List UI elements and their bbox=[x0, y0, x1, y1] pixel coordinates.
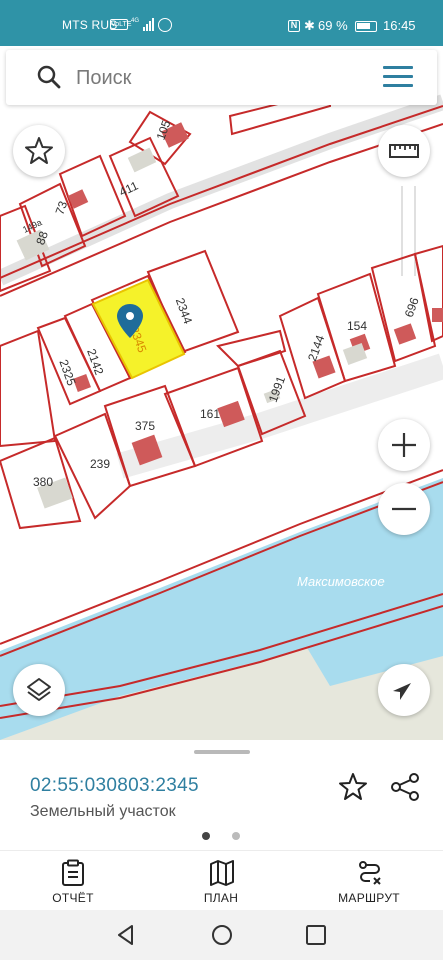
share-icon[interactable] bbox=[388, 770, 422, 804]
route-icon bbox=[359, 861, 381, 885]
pager-dot[interactable] bbox=[232, 832, 240, 840]
zoom-out-button[interactable] bbox=[378, 483, 430, 535]
map-icon bbox=[210, 860, 234, 886]
layers-button[interactable] bbox=[13, 664, 65, 716]
star-icon bbox=[25, 137, 53, 164]
plot-label: 2325 bbox=[56, 358, 78, 388]
search-input[interactable] bbox=[76, 60, 376, 96]
map-canvas[interactable]: 105 411 73 88 149a 2344 2345 2142 2325 2… bbox=[0, 46, 443, 740]
plot-label: 2344 bbox=[173, 296, 195, 326]
network-type: 4G bbox=[131, 18, 139, 24]
battery-percent: 69 % bbox=[318, 18, 348, 33]
my-location-button[interactable] bbox=[378, 664, 430, 716]
plot-label: 696 bbox=[402, 295, 422, 319]
layers-icon bbox=[27, 678, 51, 701]
battery-icon bbox=[355, 21, 377, 32]
star-icon[interactable] bbox=[336, 770, 370, 804]
zoom-in-button[interactable] bbox=[378, 419, 430, 471]
cadastral-map[interactable]: 105 411 73 88 149a 2344 2345 2142 2325 2… bbox=[0, 46, 443, 740]
plot-label: 239 bbox=[90, 457, 110, 471]
pager-dot-active bbox=[202, 832, 210, 840]
plot-label: 380 bbox=[33, 475, 53, 489]
drag-handle[interactable] bbox=[194, 750, 250, 754]
nfc-icon: N bbox=[288, 20, 300, 32]
signal-icon: 4G bbox=[131, 18, 154, 31]
report-label: ОТЧЁТ bbox=[52, 891, 94, 905]
plan-tab[interactable]: ПЛАН bbox=[166, 851, 276, 911]
clock: 16:45 bbox=[383, 18, 416, 33]
status-bar: MTS RUS VoLTE 4G N ✱ 69 % 16:45 bbox=[0, 0, 443, 46]
favorites-button[interactable] bbox=[13, 125, 65, 177]
search-bar bbox=[6, 50, 437, 105]
plot-type: Земельный участок bbox=[30, 803, 176, 820]
plot-info-sheet[interactable]: 02:55:030803:2345 Земельный участок bbox=[0, 740, 443, 850]
whatsapp-icon bbox=[158, 18, 172, 32]
volte-icon: VoLTE bbox=[110, 19, 132, 30]
cadastral-number[interactable]: 02:55:030803:2345 bbox=[30, 775, 199, 797]
menu-icon[interactable] bbox=[383, 66, 413, 88]
system-nav-bar bbox=[0, 910, 443, 960]
plot-label: 375 bbox=[135, 419, 155, 433]
report-icon bbox=[62, 859, 84, 886]
ruler-icon bbox=[389, 144, 419, 158]
zoom-out-icon bbox=[392, 507, 416, 511]
bluetooth-icon: ✱ bbox=[304, 18, 315, 33]
plot-label: 1991 bbox=[266, 374, 288, 404]
search-icon[interactable] bbox=[36, 64, 62, 90]
location-arrow-icon bbox=[393, 683, 411, 700]
bottom-nav: ОТЧЁТ ПЛАН МАРШРУТ bbox=[0, 850, 443, 910]
plot-label: 161 bbox=[200, 407, 220, 421]
zoom-in-icon bbox=[392, 433, 416, 457]
plot-label: 154 bbox=[347, 319, 367, 333]
route-label: МАРШРУТ bbox=[338, 891, 400, 905]
route-tab[interactable]: МАРШРУТ bbox=[314, 851, 424, 911]
recents-icon[interactable] bbox=[303, 922, 329, 948]
river-label: Максимовское bbox=[297, 574, 385, 589]
back-icon[interactable] bbox=[113, 922, 139, 948]
report-tab[interactable]: ОТЧЁТ bbox=[18, 851, 128, 911]
measure-button[interactable] bbox=[378, 125, 430, 177]
plan-label: ПЛАН bbox=[203, 891, 239, 905]
home-icon[interactable] bbox=[209, 922, 235, 948]
